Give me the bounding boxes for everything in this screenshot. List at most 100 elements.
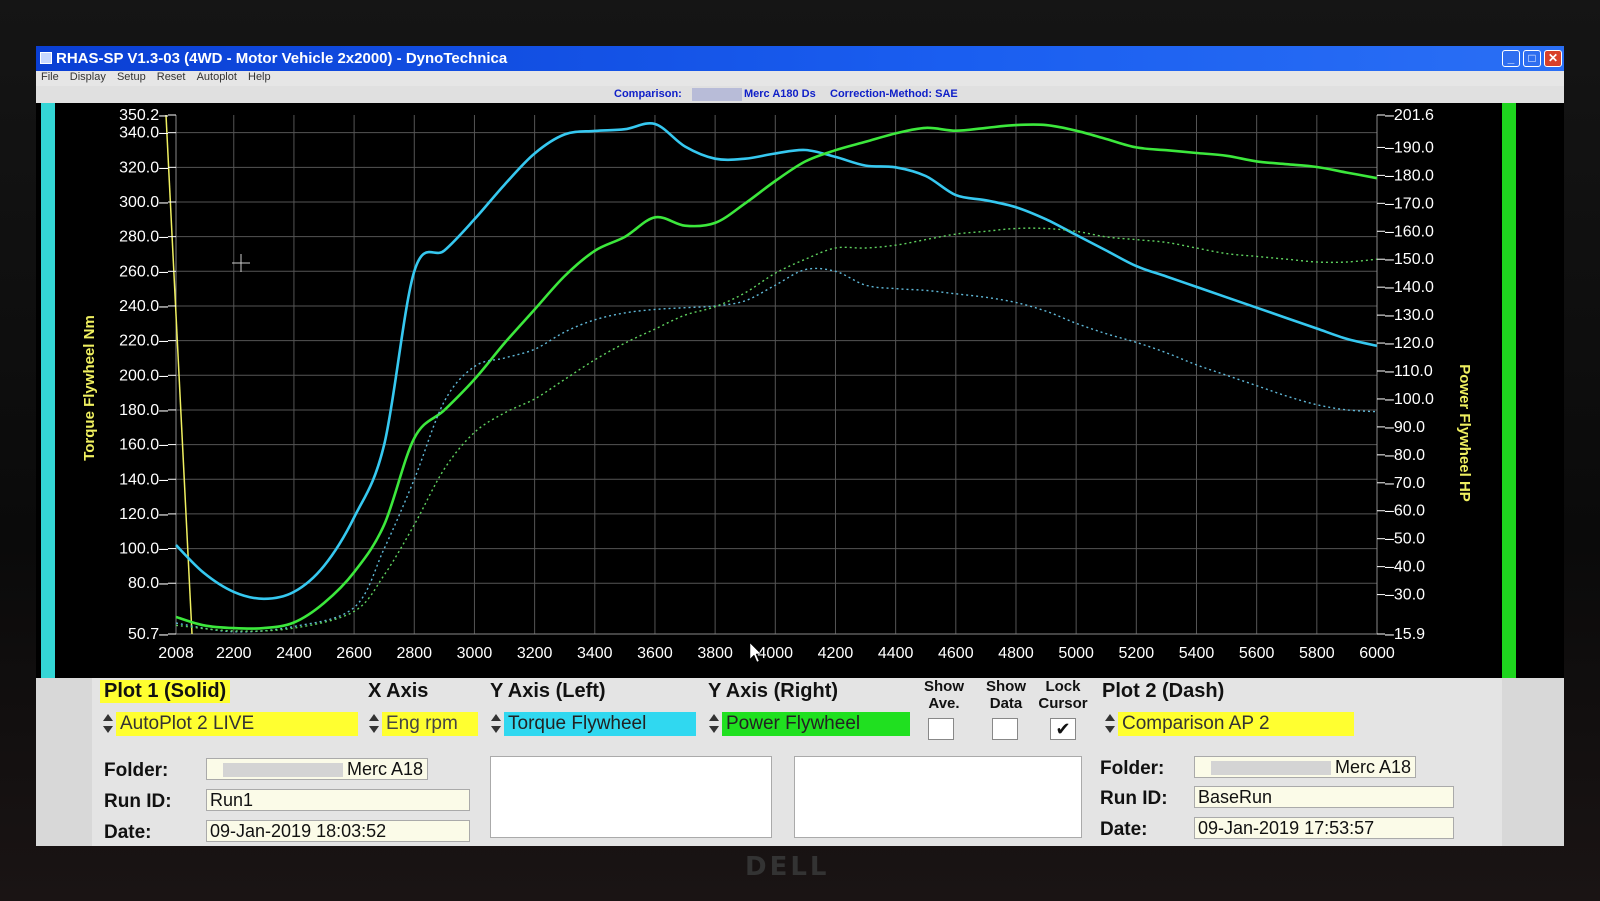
y-right-tick-label: –60.0 [1385,503,1425,520]
x-tick-label: 4000 [757,645,793,662]
plot2-header: Plot 2 (Dash) [1102,680,1225,702]
menu-setup[interactable]: Setup [117,71,146,83]
y-right-tick-label: –50.0 [1385,531,1425,548]
y-axis-left-label: Torque Flywheel Nm [81,315,98,461]
minimize-icon[interactable]: _ [1502,50,1520,67]
redacted-text [692,88,742,101]
y-axis-left-select[interactable]: Torque Flywheel [504,712,696,736]
correction-method: Correction-Method: SAE [830,88,958,100]
y-right-tick-label: –110.0 [1385,363,1433,380]
y-axis-right-select[interactable]: Power Flywheel [722,712,910,736]
y-left-tick-label: 80.0– [128,575,168,592]
plot2-folder-field[interactable]: Merc A18 [1194,756,1416,778]
maximize-icon[interactable]: □ [1523,50,1541,67]
title-bar[interactable]: RHAS-SP V1.3-03 (4WD - Motor Vehicle 2x2… [36,46,1564,71]
x-tick-label: 2800 [396,645,432,662]
y-left-tick-label: 280.0– [119,229,168,246]
y-left-tick-label: 320.0– [119,159,168,176]
plot1-folder-value: Merc A18 [346,759,423,779]
blank-info-box-left [490,756,772,838]
y-right-tick-label: –90.0 [1385,419,1425,436]
plot2-spinner-icon[interactable] [1104,712,1116,736]
comparison-name: Merc A180 Ds [744,88,816,100]
y-right-tick-label: –100.0 [1385,391,1434,408]
y-right-tick-label: –150.0 [1385,251,1434,268]
x-tick-label: 3600 [637,645,673,662]
x-tick-label: 4400 [878,645,914,662]
x-axis-spinner-icon[interactable] [368,712,380,736]
x-tick-label: 2008 [158,645,194,662]
lock-cursor-checkbox[interactable]: ✔ [1050,718,1076,740]
plot1-header: Plot 1 (Solid) [100,680,231,703]
x-tick-label: 4600 [938,645,974,662]
close-icon[interactable]: ✕ [1544,50,1562,67]
y-right-tick-label: –130.0 [1385,307,1434,324]
plot2-runid-field[interactable]: BaseRun [1194,786,1454,808]
plot1-runid-label: Run ID: [104,791,172,812]
plot1-runid-field[interactable]: Run1 [206,789,470,811]
menu-help[interactable]: Help [248,71,271,83]
y-right-tick-label: –140.0 [1385,279,1434,296]
plot2-runid-label: Run ID: [1100,788,1168,809]
y-right-tick-label: –15.9 [1385,626,1425,643]
redacted-text [222,763,343,778]
x-tick-label: 5800 [1299,645,1335,662]
dyno-chart[interactable]: 2008 2200 2400 2600 2800 3000 3200 3400 3600 3800… [36,103,1564,678]
plot1-folder-field[interactable]: Merc A18 [206,758,428,780]
menu-autoplot[interactable]: Autoplot [197,71,237,83]
plot1-spinner-icon[interactable] [102,712,114,736]
app-icon [40,52,52,64]
y-left-tick-label: 260.0– [119,263,168,280]
screen: RHAS-SP V1.3-03 (4WD - Motor Vehicle 2x2… [36,46,1564,846]
plot2-date-field[interactable]: 09-Jan-2019 17:53:57 [1194,817,1454,839]
plot-control-panel: Plot 1 (Solid) X Axis Y Axis (Left) Y Ax… [92,678,1502,846]
x-tick-label: 2200 [216,645,252,662]
show-data-checkbox[interactable] [992,718,1018,740]
x-tick-label: 4200 [818,645,854,662]
y-axis-left-spinner-icon[interactable] [490,712,502,736]
y-axis-right-spinner-icon[interactable] [708,712,720,736]
x-tick-label: 3400 [577,645,613,662]
x-tick-label: 5000 [1058,645,1094,662]
plot1-select[interactable]: AutoPlot 2 LIVE [116,712,358,736]
plot2-folder-label: Folder: [1100,758,1165,779]
y-left-tick-label: 220.0– [119,333,168,350]
x-tick-label: 5600 [1239,645,1275,662]
y-left-tick-label: 120.0– [119,506,168,523]
y-left-tick-label: 160.0– [119,437,168,454]
plot1-date-field[interactable]: 09-Jan-2019 18:03:52 [206,820,470,842]
dyno-chart-area[interactable]: 2008 2200 2400 2600 2800 3000 3200 3400 3600 3800… [36,103,1564,678]
x-axis-select[interactable]: Eng rpm [382,712,478,736]
plot2-date-label: Date: [1100,819,1148,840]
comparison-label: Comparison: [614,88,682,100]
x-tick-label: 2400 [276,645,312,662]
y-left-tick-label: 350.2– [119,107,168,124]
redacted-text [1210,761,1331,776]
monitor-brand-logo: DELL [745,852,830,882]
y-axis-left-header: Y Axis (Left) [490,680,606,702]
plot1-date-label: Date: [104,822,152,843]
y-left-tick-label: 140.0– [119,471,168,488]
menu-file[interactable]: File [41,71,59,83]
y-left-tick-label: 50.7– [128,626,168,643]
y-right-tick-label: –120.0 [1385,335,1434,352]
y-axis-right-label: Power Flywheel HP [1456,364,1473,502]
plot2-select[interactable]: Comparison AP 2 [1118,712,1354,736]
comparison-bar: Comparison: Merc A180 Ds Correction-Meth… [36,86,1564,103]
y-axis-right-header: Y Axis (Right) [708,680,839,702]
y-right-tick-label: –40.0 [1385,559,1425,576]
chart-ticks: 2008 2200 2400 2600 2800 3000 3200 3400 3600 3800… [119,107,1434,662]
x-tick-label: 3000 [457,645,493,662]
y-right-tick-label: –80.0 [1385,447,1425,464]
right-axis-color-bar [1502,103,1516,678]
y-right-tick-label: –180.0 [1385,167,1434,184]
show-ave-checkbox[interactable] [928,718,954,740]
plot1-folder-label: Folder: [104,760,169,781]
menu-reset[interactable]: Reset [157,71,186,83]
y-right-tick-label: –201.6 [1385,107,1434,124]
chart-grid [165,114,1378,635]
x-tick-label: 3200 [517,645,553,662]
menu-display[interactable]: Display [70,71,106,83]
x-axis-header: X Axis [368,680,429,702]
x-tick-label: 2600 [336,645,372,662]
